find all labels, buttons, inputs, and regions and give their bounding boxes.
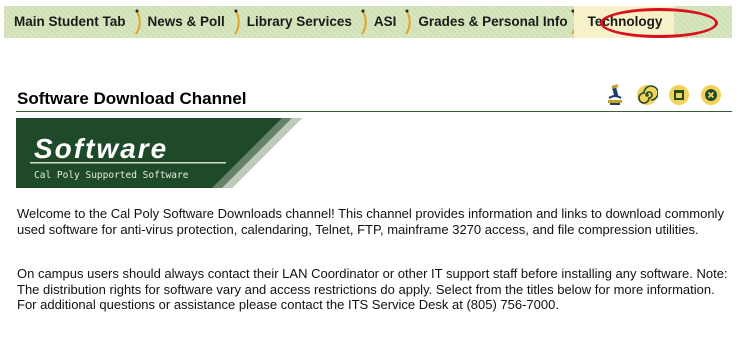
tab-label: ASI	[373, 14, 397, 29]
channel-controls	[604, 84, 722, 106]
tab-technology[interactable]: Technology	[573, 6, 675, 38]
maximize-icon[interactable]	[668, 84, 690, 106]
software-banner: Software Cal Poly Supported Software	[16, 118, 302, 188]
spiral-icon[interactable]	[636, 84, 658, 106]
tab-label: Main Student Tab	[14, 14, 126, 29]
tab-label: News & Poll	[147, 14, 225, 29]
microscope-icon[interactable]	[604, 84, 626, 106]
banner-subtitle: Cal Poly Supported Software	[34, 170, 189, 181]
tab-label: Technology	[587, 14, 663, 29]
tab-label: Grades & Personal Info	[418, 14, 568, 29]
tab-label: Library Services	[246, 14, 352, 29]
tab-library-services[interactable]: Library Services	[237, 6, 367, 38]
portal-tab-bar: Main Student Tab News & Poll Library Ser…	[4, 6, 732, 38]
channel-divider	[16, 111, 732, 112]
channel-title: Software Download Channel	[17, 89, 247, 108]
close-icon[interactable]	[700, 84, 722, 106]
tab-asi[interactable]: ASI	[364, 6, 412, 38]
tab-grades-personal-info[interactable]: Grades & Personal Info	[408, 6, 577, 38]
notice-paragraph: On campus users should always contact th…	[17, 266, 728, 312]
tab-news-poll[interactable]: News & Poll	[138, 6, 240, 38]
tab-main-student[interactable]: Main Student Tab	[4, 6, 141, 38]
banner-title: Software	[34, 133, 168, 164]
intro-paragraph: Welcome to the Cal Poly Software Downloa…	[17, 206, 724, 237]
